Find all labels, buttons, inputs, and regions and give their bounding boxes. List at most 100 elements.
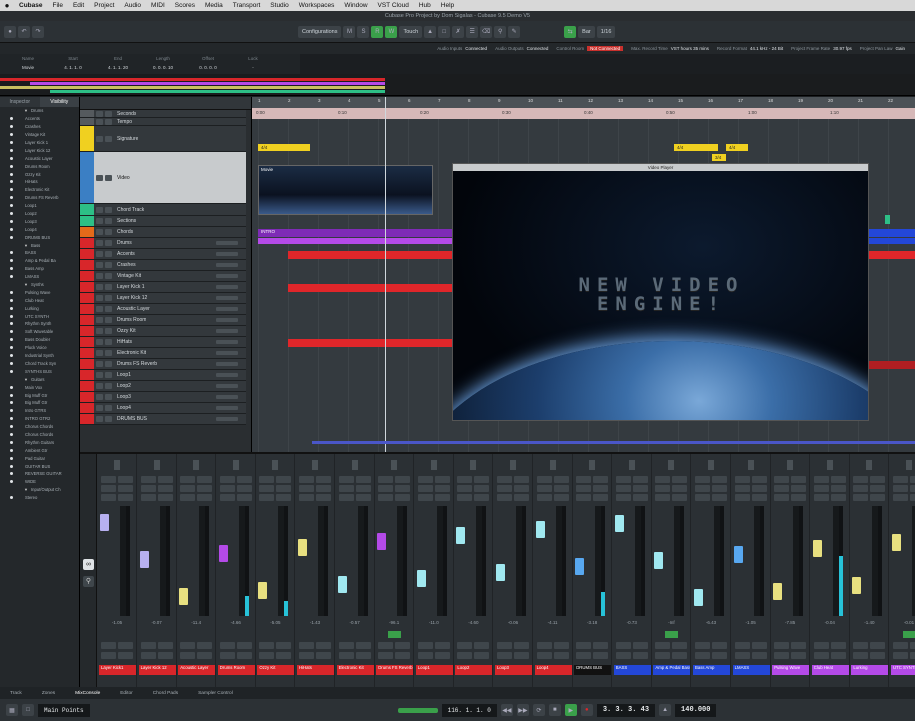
track-header[interactable]: Ozzy Kit <box>80 326 246 337</box>
channel-name[interactable]: Loop1 <box>415 665 453 675</box>
solo-button[interactable] <box>105 372 112 378</box>
channel-button-row[interactable] <box>536 494 569 501</box>
mute-button[interactable] <box>96 206 103 213</box>
glue-tool-icon[interactable]: ☰ <box>466 25 479 38</box>
track-volume-slider[interactable] <box>216 296 238 300</box>
record-icon[interactable]: ● <box>580 704 593 716</box>
project-cursor[interactable] <box>385 97 386 452</box>
track-header[interactable]: HiHats <box>80 337 246 348</box>
menu-file[interactable]: File <box>47 2 67 9</box>
channel-button-row[interactable] <box>774 652 807 659</box>
signature-event[interactable]: 4/4 <box>674 144 718 151</box>
section-event[interactable] <box>868 229 915 237</box>
chord-event[interactable] <box>868 238 915 244</box>
video-clip[interactable]: Movie <box>258 165 433 215</box>
fader-cap[interactable] <box>100 514 109 531</box>
visibility-dot-icon[interactable] <box>10 188 13 192</box>
channel-button-row[interactable] <box>774 494 807 501</box>
visibility-item[interactable]: Drums FS Reverb <box>0 194 79 202</box>
visibility-folder[interactable]: ▼ Drums <box>0 107 79 115</box>
visibility-item[interactable]: Main Vox <box>0 383 79 391</box>
info-field[interactable]: Offset 0. 0. 0. 0 <box>188 56 228 70</box>
mute-button[interactable] <box>96 339 103 345</box>
visibility-item[interactable]: Chord Track Syn <box>0 360 79 368</box>
channel-button-row[interactable] <box>497 652 529 659</box>
track-header[interactable]: Crashes <box>80 260 246 271</box>
visibility-dot-icon[interactable] <box>10 298 13 302</box>
metronome-icon[interactable]: ▲ <box>659 704 672 716</box>
read-automation-icon[interactable]: R <box>371 25 384 38</box>
channel-button-row[interactable] <box>695 476 727 483</box>
redo-icon[interactable]: ↷ <box>32 25 44 38</box>
mute-button[interactable] <box>96 383 103 389</box>
channel-input-knob[interactable] <box>826 460 833 470</box>
mute-button[interactable] <box>96 284 103 290</box>
fader-cap[interactable] <box>892 534 901 551</box>
visibility-dot-icon[interactable] <box>10 330 13 334</box>
channel-input-knob[interactable] <box>787 460 794 470</box>
channel-button-row[interactable] <box>417 485 450 492</box>
visibility-dot-icon[interactable] <box>10 314 13 318</box>
mute-button[interactable] <box>96 273 103 279</box>
visibility-item[interactable]: LMASS <box>0 273 79 281</box>
channel-button-row[interactable] <box>259 652 292 659</box>
channel-button-row[interactable] <box>497 494 529 501</box>
menu-help[interactable]: Help <box>436 2 459 9</box>
solo-button[interactable] <box>105 405 112 411</box>
track-volume-slider[interactable] <box>216 351 238 355</box>
channel-button-row[interactable] <box>853 494 886 501</box>
visibility-dot-icon[interactable] <box>10 480 13 484</box>
mute-button[interactable] <box>96 350 103 356</box>
visibility-item[interactable]: Big Muff Gtr <box>0 399 79 407</box>
channel-button-row[interactable] <box>813 485 846 492</box>
channel-input-knob[interactable] <box>232 460 239 470</box>
time-ruler[interactable]: 0:00 0:10 0:20 0:30 0:40 0:50 1:00 1:10 <box>252 108 915 119</box>
channel-button-row[interactable] <box>576 652 609 659</box>
visibility-dot-icon[interactable] <box>10 219 13 223</box>
channel-button-row[interactable] <box>180 476 213 483</box>
mute-button[interactable] <box>96 328 103 334</box>
write-automation-icon[interactable]: W <box>385 25 398 38</box>
channel-name[interactable]: LMASS <box>732 665 770 675</box>
visibility-dot-icon[interactable] <box>10 148 13 152</box>
channel-button-row[interactable] <box>576 642 609 649</box>
channel-input-knob[interactable] <box>430 460 437 470</box>
info-field[interactable]: End 4. 1. 1. 20 <box>98 56 138 70</box>
visibility-item[interactable]: GUITAR BUS <box>0 462 79 470</box>
visibility-item[interactable]: Layer Kick 12 <box>0 146 79 154</box>
visibility-item[interactable]: Bass Doubler <box>0 336 79 344</box>
info-field[interactable]: Length 0. 0. 0. 10 <box>143 56 183 70</box>
split-tool-icon[interactable]: ✗ <box>452 25 465 38</box>
track-header[interactable]: Drums <box>80 238 246 249</box>
mute-button[interactable] <box>96 416 103 422</box>
visibility-dot-icon[interactable] <box>10 156 13 160</box>
channel-button-row[interactable] <box>695 652 727 659</box>
visibility-item[interactable]: SYNTHS BUS <box>0 367 79 375</box>
track-header[interactable]: Electronic Kit <box>80 348 246 359</box>
channel-button-row[interactable] <box>734 642 767 649</box>
menu-midi[interactable]: MIDI <box>146 2 170 9</box>
channel-button-row[interactable] <box>774 476 807 483</box>
visibility-item[interactable]: Ozzy Kit <box>0 170 79 178</box>
midi-part[interactable] <box>288 284 453 292</box>
channel-button-row[interactable] <box>299 642 331 649</box>
channel-button-row[interactable] <box>893 476 915 483</box>
channel-button-row[interactable] <box>101 476 133 483</box>
channel-button-row[interactable] <box>140 642 173 649</box>
track-header[interactable]: Video <box>80 152 246 204</box>
track-volume-slider[interactable] <box>216 395 238 399</box>
visibility-dot-icon[interactable] <box>10 496 13 500</box>
channel-button-row[interactable] <box>813 652 846 659</box>
visibility-dot-icon[interactable] <box>10 456 13 460</box>
fader-cap[interactable] <box>298 539 307 556</box>
visibility-item[interactable]: Rhythm Synth <box>0 320 79 328</box>
solo-button[interactable] <box>105 416 112 422</box>
channel-input-knob[interactable] <box>114 460 120 470</box>
channel-button-row[interactable] <box>338 494 371 501</box>
stop-icon[interactable]: ■ <box>548 704 561 716</box>
track-header[interactable]: Layer Kick 12 <box>80 293 246 304</box>
menu-window[interactable]: Window <box>339 2 372 9</box>
visibility-item[interactable]: Loop4 <box>0 225 79 233</box>
channel-button-row[interactable] <box>774 485 807 492</box>
channel-name[interactable]: DRUMS BUS <box>574 665 612 675</box>
